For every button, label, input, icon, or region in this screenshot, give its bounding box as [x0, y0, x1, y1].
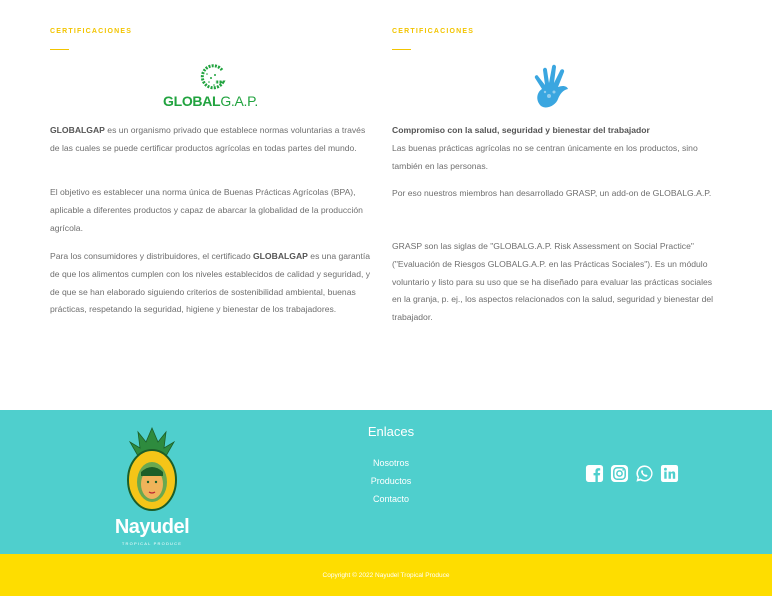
globalgap-logo: GLOBALG.A.P.	[163, 62, 263, 112]
eyebrow-divider	[392, 49, 411, 50]
section-eyebrow: CERTIFICACIONES	[50, 28, 133, 35]
paragraph-objective: El objetivo es establecer una norma únic…	[50, 187, 363, 233]
copyright-text: Copyright © 2022 Nayudel Tropical Produc…	[322, 572, 450, 579]
links-heading: Enlaces	[367, 424, 415, 439]
footer-link-productos[interactable]: Productos	[340, 476, 442, 486]
grasp-hand-logo	[527, 62, 577, 112]
paragraph-text: Para los consumidores y distribuidores, …	[50, 251, 253, 261]
linkedin-icon[interactable]	[660, 464, 679, 483]
paragraph-globalgap-intro: GLOBALGAP es un organismo privado que es…	[50, 122, 372, 158]
paragraph-grasp-addon: Por eso nuestros miembros han desarrolla…	[392, 188, 712, 198]
globalgap-bold: GLOBALGAP	[253, 251, 308, 261]
instagram-icon[interactable]	[610, 464, 629, 483]
grasp-heading: Compromiso con la salud, seguridad y bie…	[392, 125, 650, 135]
copyright-bar: Copyright © 2022 Nayudel Tropical Produc…	[0, 554, 772, 596]
grasp-intro: Compromiso con la salud, seguridad y bie…	[392, 122, 714, 175]
paragraph-text: Las buenas prácticas agrícolas no se cen…	[392, 142, 698, 171]
whatsapp-icon[interactable]	[635, 464, 654, 483]
globalgap-bold: GLOBALGAP	[50, 125, 105, 135]
globalgap-wordmark-bold: GLOBAL	[163, 93, 221, 109]
globalgap-wordmark-thin: G.A.P.	[220, 93, 258, 109]
site-footer: Nayudel TROPICAL PRODUCE Enlaces Nosotro…	[0, 410, 772, 554]
pineapple-face-icon	[127, 426, 177, 511]
footer-link-nosotros[interactable]: Nosotros	[340, 458, 442, 468]
globalgap-wordmark: GLOBALG.A.P.	[163, 93, 258, 109]
footer-link-contacto[interactable]: Contacto	[340, 494, 442, 504]
globalgap-g-icon	[200, 64, 226, 90]
nayudel-logo[interactable]: Nayudel TROPICAL PRODUCE	[104, 426, 200, 546]
brand-name: Nayudel	[114, 516, 190, 538]
paragraph-consumers: Para los consumidores y distribuidores, …	[50, 248, 372, 319]
brand-tagline: TROPICAL PRODUCE	[121, 541, 183, 546]
paragraph-grasp-definition: GRASP son las siglas de "GLOBALG.A.P. Ri…	[392, 241, 714, 323]
facebook-icon[interactable]	[585, 464, 604, 483]
eyebrow-divider	[50, 49, 69, 50]
hand-icon	[534, 64, 568, 108]
section-eyebrow: CERTIFICACIONES	[392, 28, 475, 35]
